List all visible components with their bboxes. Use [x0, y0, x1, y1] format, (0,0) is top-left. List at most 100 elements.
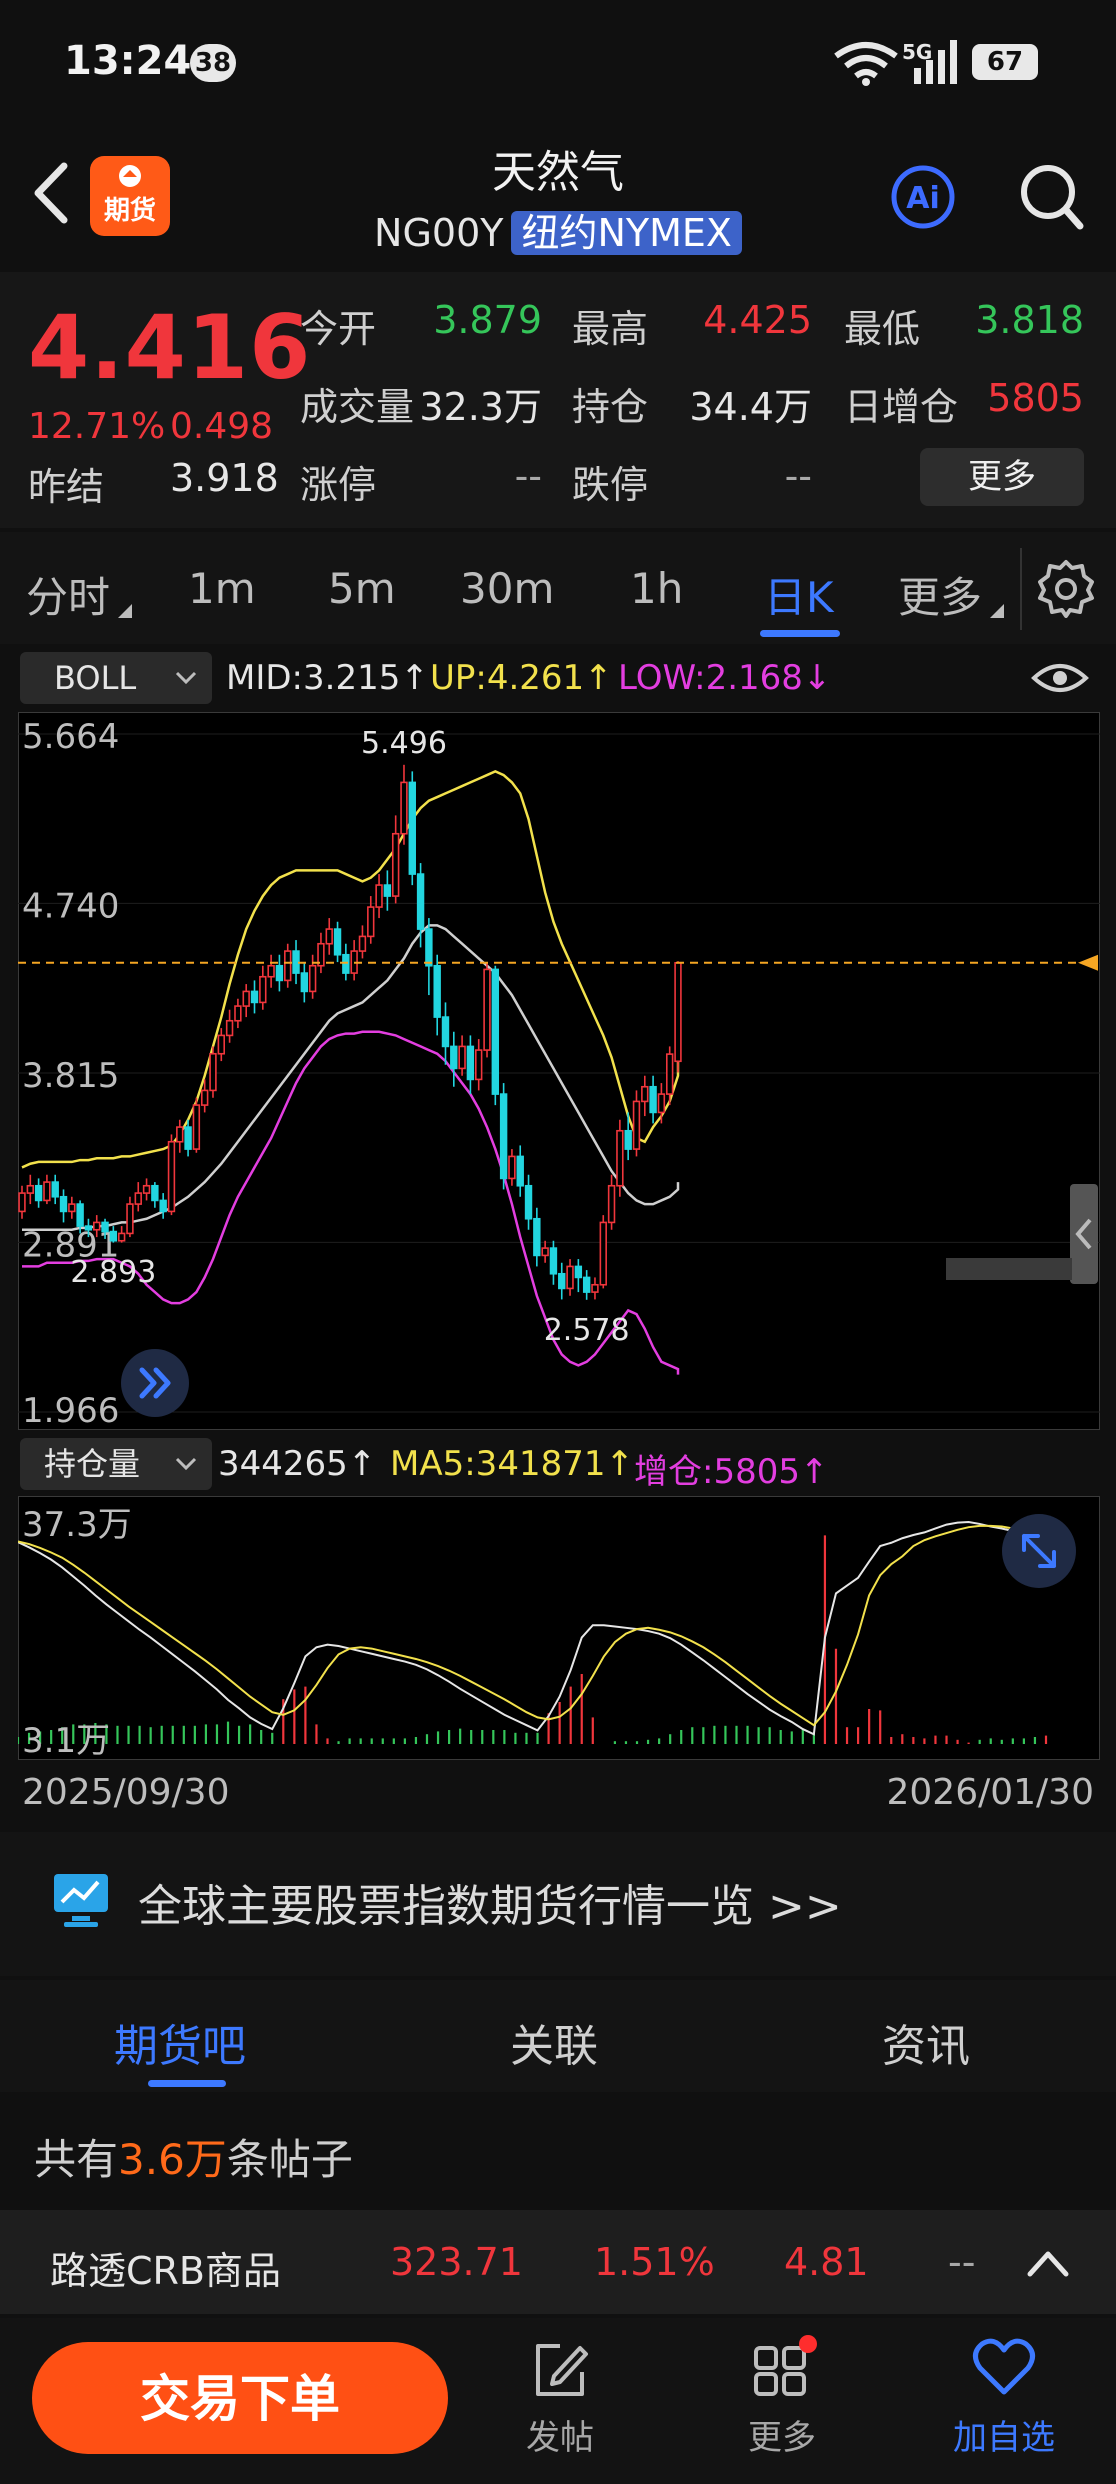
- limit-up-value: --: [514, 454, 542, 498]
- extreme-price-label: 2.578: [544, 1313, 630, 1348]
- ai-assistant-icon[interactable]: Ai: [890, 164, 956, 230]
- candle: [101, 1221, 109, 1233]
- candle: [358, 935, 367, 952]
- indicator-select-label: BOLL: [54, 659, 137, 697]
- exchange-tag: 纽约NYMEX: [511, 211, 742, 255]
- candle: [607, 1184, 616, 1224]
- prev-settle-label: 昨结: [28, 465, 105, 509]
- gear-icon[interactable]: [1036, 558, 1096, 618]
- drag-handle-icon[interactable]: [1070, 1184, 1098, 1284]
- chevron-down-icon: [175, 671, 197, 685]
- nav-more-label[interactable]: 更多: [712, 2410, 852, 2459]
- fast-forward-icon[interactable]: [118, 1346, 192, 1420]
- low-value: 3.818: [975, 298, 1084, 342]
- candle: [599, 1221, 607, 1286]
- candle: [649, 1085, 657, 1114]
- status-time: 13:24: [64, 38, 192, 84]
- candle: [250, 990, 259, 1004]
- open-interest-chart[interactable]: 37.3万 3.1万: [18, 1496, 1100, 1760]
- active-tab-indicator: [760, 630, 840, 637]
- candle: [159, 1199, 167, 1213]
- tab-news[interactable]: 资讯: [882, 2010, 970, 2074]
- candle: [217, 1034, 225, 1055]
- dropdown-corner-icon: [118, 604, 132, 618]
- chevron-up-icon[interactable]: [1026, 2248, 1070, 2278]
- last-price: 4.416: [28, 296, 312, 399]
- more-quote-button[interactable]: 更多: [920, 448, 1084, 506]
- candle: [225, 1019, 234, 1037]
- y-tick-label: 3.815: [22, 1056, 119, 1096]
- battery-level: 67: [972, 44, 1038, 80]
- candle: [425, 928, 433, 967]
- tab-related[interactable]: 关联: [510, 2010, 598, 2074]
- tab-5m[interactable]: 5m: [328, 564, 396, 613]
- trade-order-button[interactable]: 交易下单: [32, 2342, 448, 2454]
- ticker-price: 323.71: [390, 2240, 523, 2284]
- candle: [242, 990, 250, 1007]
- eye-icon[interactable]: [1030, 658, 1090, 698]
- nav-watchlist-label[interactable]: 加自选: [934, 2410, 1074, 2459]
- candle: [582, 1276, 591, 1293]
- dropdown-corner-icon: [990, 604, 1004, 618]
- open-interest-label: 持仓: [572, 385, 649, 429]
- expand-chart-icon[interactable]: [1000, 1512, 1078, 1590]
- candle: [524, 1184, 533, 1220]
- candle: [408, 781, 416, 875]
- tab-more-periods[interactable]: 更多: [898, 564, 982, 625]
- candle: [367, 906, 375, 938]
- candle: [665, 1053, 674, 1095]
- monitor-chart-icon: [54, 1874, 108, 1927]
- tab-1m[interactable]: 1m: [188, 564, 256, 613]
- apps-grid-icon[interactable]: [748, 2334, 820, 2400]
- position-value: 344265↑: [218, 1444, 377, 1484]
- candle: [508, 1155, 516, 1180]
- heart-icon[interactable]: [972, 2336, 1036, 2398]
- candle: [134, 1192, 142, 1205]
- signal-icon: [914, 40, 957, 84]
- edit-post-icon[interactable]: [530, 2340, 590, 2400]
- daily-increase-value: 5805: [987, 376, 1084, 420]
- candle: [441, 1016, 450, 1048]
- ticker-change: 4.81: [784, 2240, 869, 2284]
- change-value: 0.498: [170, 406, 274, 447]
- candle: [657, 1093, 666, 1114]
- boll-up: UP:4.261↑: [430, 658, 613, 698]
- open-value: 3.879: [433, 298, 542, 342]
- extreme-price-label: 2.893: [70, 1255, 156, 1290]
- date-range-start: 2025/09/30: [22, 1772, 230, 1813]
- candle: [126, 1203, 134, 1235]
- tab-1h[interactable]: 1h: [630, 564, 683, 613]
- tab-forum[interactable]: 期货吧: [114, 2010, 246, 2074]
- candle: [68, 1203, 76, 1213]
- candle: [275, 964, 284, 982]
- contract-code: NG00Y: [374, 211, 504, 255]
- tab-daily-k[interactable]: 日K: [764, 564, 834, 625]
- candle: [483, 968, 491, 1051]
- position-increase: 增仓:5805↑: [634, 1452, 829, 1492]
- candle: [566, 1265, 574, 1290]
- candle: [624, 1129, 632, 1150]
- sub-indicator-select-label: 持仓量: [44, 1445, 141, 1483]
- candle: [674, 962, 682, 1063]
- open-interest-value: 34.4万: [689, 385, 812, 429]
- tab-timeshare[interactable]: 分时: [26, 564, 110, 625]
- candle: [591, 1283, 599, 1293]
- candle: [558, 1272, 566, 1290]
- candle: [416, 873, 425, 930]
- post-count-suffix: 条帖子: [226, 2135, 353, 2184]
- candle: [458, 1045, 466, 1070]
- nav-post-label[interactable]: 发帖: [490, 2410, 630, 2459]
- banner-text[interactable]: 全球主要股票指数期货行情一览 >>: [138, 1870, 842, 1934]
- candle: [300, 972, 309, 993]
- tab-30m[interactable]: 30m: [460, 564, 554, 613]
- ticker-name: 路透CRB商品: [50, 2249, 282, 2293]
- candle: [466, 1045, 475, 1081]
- kline-chart[interactable]: 5.6644.7403.8152.8911.966 5.4962.8932.57…: [18, 712, 1100, 1430]
- high-label: 最高: [572, 307, 649, 351]
- open-label: 今开: [300, 307, 377, 351]
- candle: [383, 884, 392, 897]
- candle: [59, 1195, 68, 1213]
- search-icon[interactable]: [1016, 160, 1086, 234]
- post-count-number: 3.6万: [118, 2135, 227, 2184]
- extreme-price-label: 5.496: [361, 726, 447, 761]
